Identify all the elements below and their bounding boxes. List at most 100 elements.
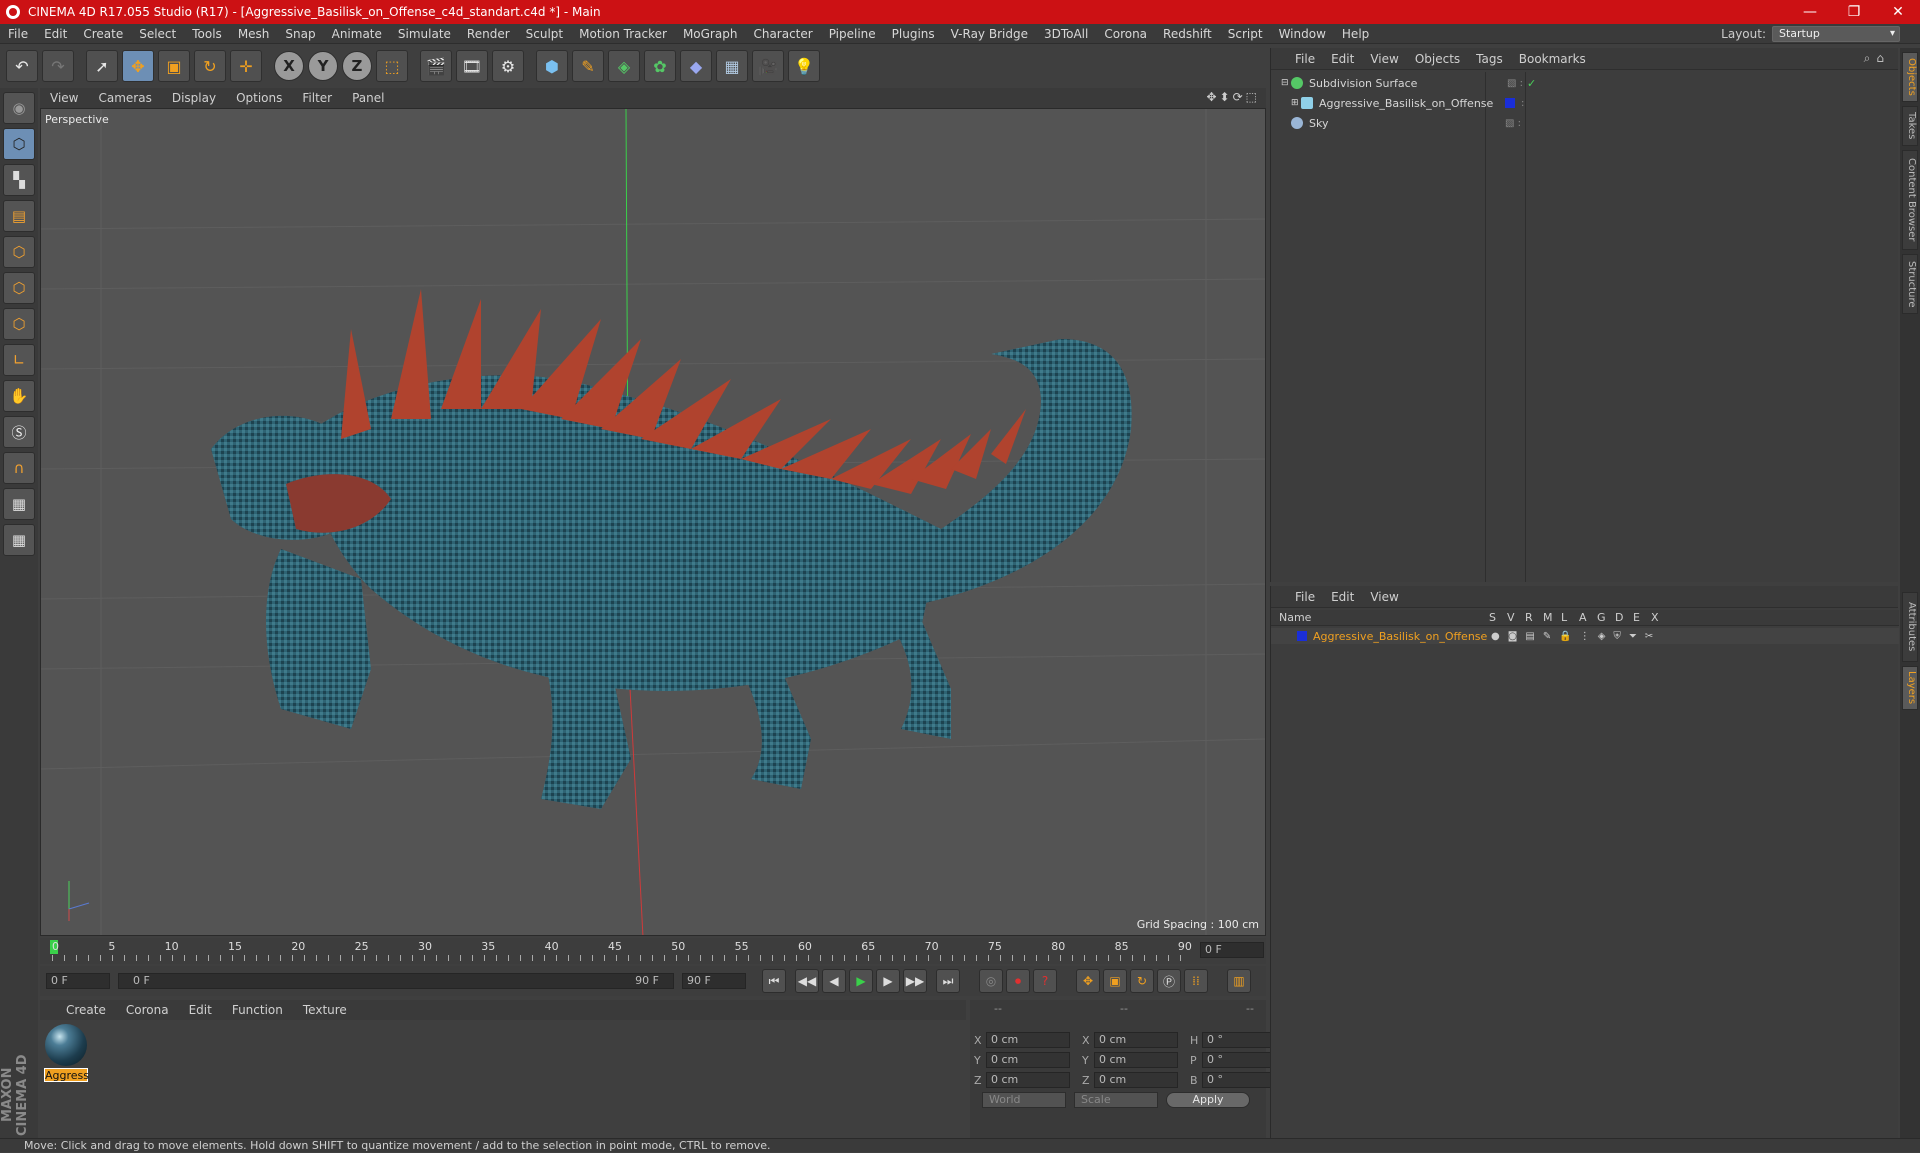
y-axis-lock-icon[interactable]: Y: [308, 51, 338, 81]
solo-mode-icon[interactable]: Ⓢ: [3, 416, 35, 448]
viewport-menu-panel[interactable]: Panel: [342, 91, 394, 105]
minimize-button[interactable]: —: [1788, 0, 1832, 24]
material-menu-edit[interactable]: Edit: [179, 1003, 222, 1017]
collapse-toggle-icon[interactable]: ⊟: [1281, 78, 1291, 88]
previous-key-icon[interactable]: ◀◀: [795, 969, 819, 993]
camera-icon[interactable]: 🎥: [752, 50, 784, 82]
motion-record-icon[interactable]: ◎: [979, 969, 1003, 993]
object-menu-tags[interactable]: Tags: [1468, 52, 1511, 66]
material-menu-corona[interactable]: Corona: [116, 1003, 179, 1017]
side-tab-layers[interactable]: Layers: [1902, 666, 1918, 710]
planar-workplane-icon[interactable]: ▦: [3, 524, 35, 556]
layer-color-icon[interactable]: [1505, 98, 1515, 108]
menu-sculpt[interactable]: Sculpt: [518, 27, 571, 41]
close-button[interactable]: ✕: [1876, 0, 1920, 24]
viewport-nav-icons[interactable]: ✥⬍⟳⬚: [1206, 90, 1260, 104]
key-param-icon[interactable]: Ⓟ: [1157, 969, 1181, 993]
column-header-expressions[interactable]: E: [1633, 611, 1651, 624]
object-menu-file[interactable]: File: [1287, 52, 1323, 66]
object-manager-search-icon[interactable]: ⌕⌂: [1864, 51, 1890, 66]
next-frame-icon[interactable]: ▶: [876, 969, 900, 993]
snap-icon[interactable]: ∩: [3, 452, 35, 484]
texture-mode-icon[interactable]: ▚: [3, 164, 35, 196]
position-z-field[interactable]: 0 cm: [986, 1072, 1070, 1088]
layer-menu-edit[interactable]: Edit: [1323, 590, 1362, 604]
layout-dropdown[interactable]: Startup: [1772, 26, 1900, 42]
current-frame-field[interactable]: 0 F: [1200, 942, 1264, 958]
timeline-window-icon[interactable]: ▥: [1227, 969, 1251, 993]
pen-spline-icon[interactable]: ✎: [572, 50, 604, 82]
menu-animate[interactable]: Animate: [324, 27, 390, 41]
visibility-dots-icon[interactable]: :: [1521, 98, 1524, 109]
menu-edit[interactable]: Edit: [36, 27, 75, 41]
points-mode-icon[interactable]: ⬡: [3, 236, 35, 268]
undo-icon[interactable]: ↶: [6, 50, 38, 82]
layer-row[interactable]: Aggressive_Basilisk_on_Offense ●◙▤✎🔒⋮◈⛨⏷…: [1271, 628, 1899, 644]
size-z-field[interactable]: 0 cm: [1094, 1072, 1178, 1088]
layer-menu-view[interactable]: View: [1362, 590, 1406, 604]
column-header-solo[interactable]: S: [1489, 611, 1507, 624]
visibility-dots-icon[interactable]: ▧ :: [1507, 78, 1523, 89]
tweak-mode-icon[interactable]: ✋: [3, 380, 35, 412]
scale-icon[interactable]: ▣: [158, 50, 190, 82]
viewport-menu-cameras[interactable]: Cameras: [88, 91, 161, 105]
cloner-icon[interactable]: ✿: [644, 50, 676, 82]
timeline-ruler[interactable]: 0 5 10 15 20 25 30 35 40 45 50 55 60 65 …: [40, 938, 1266, 964]
column-header-render[interactable]: R: [1525, 611, 1543, 624]
side-tab-takes[interactable]: Takes: [1902, 106, 1918, 146]
menu-window[interactable]: Window: [1271, 27, 1334, 41]
record-keys-icon[interactable]: ⏺: [1006, 969, 1030, 993]
menu-render[interactable]: Render: [459, 27, 518, 41]
menu-motion-tracker[interactable]: Motion Tracker: [571, 27, 675, 41]
floor-icon[interactable]: ▦: [716, 50, 748, 82]
menu-simulate[interactable]: Simulate: [390, 27, 459, 41]
object-menu-edit[interactable]: Edit: [1323, 52, 1362, 66]
menu-plugins[interactable]: Plugins: [884, 27, 943, 41]
perspective-viewport[interactable]: Perspective Grid Spacing: 100 cm: [40, 108, 1266, 936]
apply-button[interactable]: Apply: [1166, 1092, 1250, 1108]
viewport-menu-filter[interactable]: Filter: [292, 91, 342, 105]
key-rotation-icon[interactable]: ↻: [1130, 969, 1154, 993]
material-swatch[interactable]: Aggress: [44, 1024, 89, 1082]
play-icon[interactable]: ▶: [849, 969, 873, 993]
z-axis-lock-icon[interactable]: Z: [342, 51, 372, 81]
position-x-field[interactable]: 0 cm: [986, 1032, 1070, 1048]
layer-menu-file[interactable]: File: [1287, 590, 1323, 604]
x-axis-lock-icon[interactable]: X: [274, 51, 304, 81]
menu-corona[interactable]: Corona: [1096, 27, 1155, 41]
go-to-start-icon[interactable]: ⏮: [762, 969, 786, 993]
coordinate-system-icon[interactable]: ⬚: [376, 50, 408, 82]
menu-pipeline[interactable]: Pipeline: [821, 27, 884, 41]
column-header-manager[interactable]: M: [1543, 611, 1561, 624]
restore-button[interactable]: ❐: [1832, 0, 1876, 24]
object-menu-objects[interactable]: Objects: [1407, 52, 1468, 66]
rotate-icon[interactable]: ↻: [194, 50, 226, 82]
go-to-end-icon[interactable]: ⏭: [936, 969, 960, 993]
size-y-field[interactable]: 0 cm: [1094, 1052, 1178, 1068]
workplane-icon[interactable]: ▤: [3, 200, 35, 232]
material-menu-texture[interactable]: Texture: [293, 1003, 357, 1017]
render-settings-icon[interactable]: ⚙: [492, 50, 524, 82]
transform-icon[interactable]: ✛: [230, 50, 262, 82]
side-tab-attributes[interactable]: Attributes: [1902, 592, 1918, 662]
column-header-locked[interactable]: L: [1561, 611, 1579, 624]
cube-icon[interactable]: ⬢: [536, 50, 568, 82]
menu-vray-bridge[interactable]: V-Ray Bridge: [943, 27, 1036, 41]
material-menu-function[interactable]: Function: [222, 1003, 293, 1017]
object-menu-bookmarks[interactable]: Bookmarks: [1511, 52, 1594, 66]
size-x-field[interactable]: 0 cm: [1094, 1032, 1178, 1048]
subdivision-icon[interactable]: ◈: [608, 50, 640, 82]
side-tab-structure[interactable]: Structure: [1902, 254, 1918, 314]
end-frame-field[interactable]: 90 F: [682, 973, 746, 989]
menu-create[interactable]: Create: [75, 27, 131, 41]
menu-3dtoall[interactable]: 3DToAll: [1036, 27, 1096, 41]
size-mode-dropdown[interactable]: Scale: [1074, 1092, 1158, 1108]
key-position-icon[interactable]: ✥: [1076, 969, 1100, 993]
column-header-name[interactable]: Name: [1271, 611, 1489, 624]
axis-mode-icon[interactable]: ∟: [3, 344, 35, 376]
object-menu-view[interactable]: View: [1362, 52, 1406, 66]
enabled-check-icon[interactable]: ✓: [1527, 77, 1536, 90]
menu-select[interactable]: Select: [131, 27, 184, 41]
object-row-subdivision-surface[interactable]: ⊟ Subdivision Surface ▧ : ✓: [1271, 74, 1899, 92]
viewport-menu-options[interactable]: Options: [226, 91, 292, 105]
